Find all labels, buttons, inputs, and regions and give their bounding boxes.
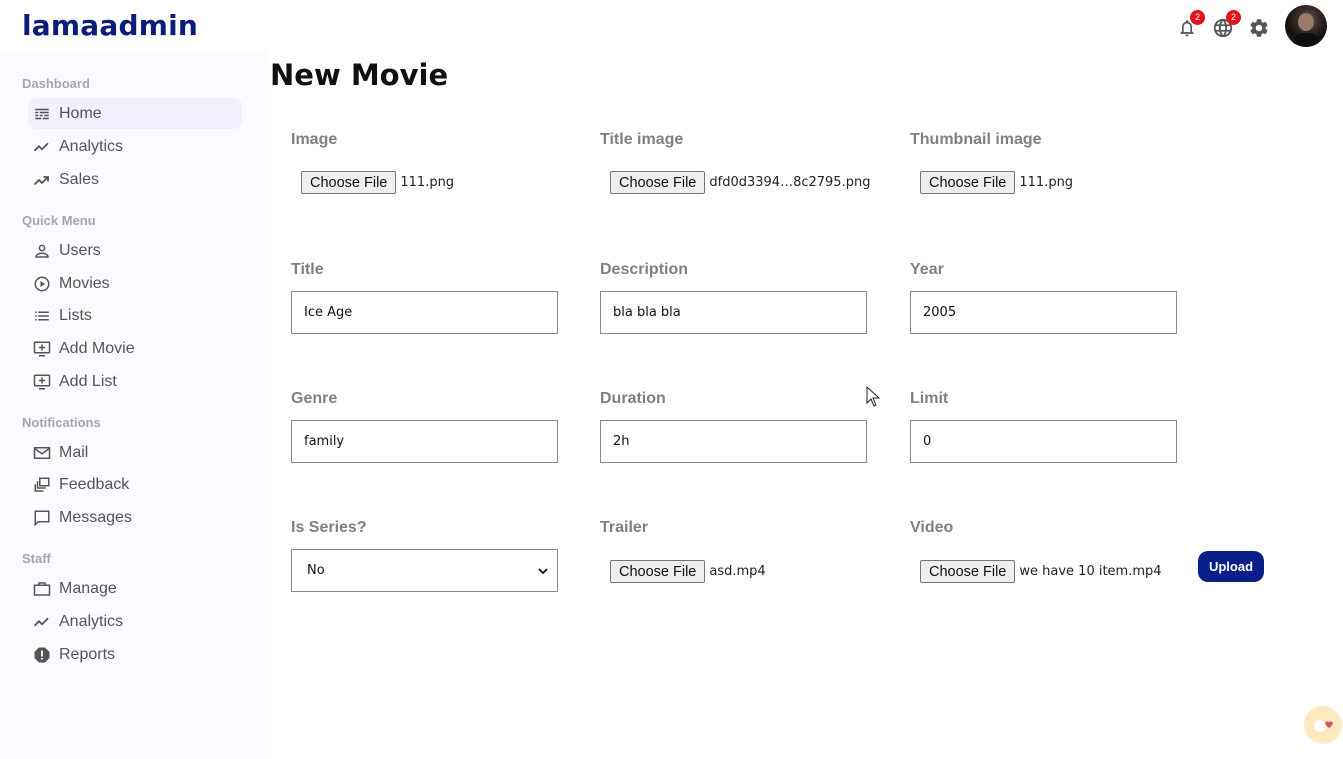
year-label: Year	[910, 261, 944, 278]
sidebar-item-add-list[interactable]: Add List	[28, 366, 242, 397]
notifications-button[interactable]: 2	[1175, 9, 1205, 40]
trailer-file-name: asd.mp4	[709, 564, 766, 579]
settings-button[interactable]	[1247, 16, 1271, 40]
mail-icon	[33, 444, 51, 462]
sidebar-item-mail[interactable]: Mail	[28, 437, 242, 468]
title-image-label: Title image	[600, 131, 684, 148]
page-title: New Movie	[270, 58, 449, 92]
limit-input[interactable]	[910, 420, 1177, 463]
chat-bubble-icon	[33, 509, 51, 527]
sidebar-item-home[interactable]: Home	[28, 98, 242, 129]
genre-input[interactable]	[291, 420, 558, 463]
sidebar-item-users[interactable]: Users	[28, 235, 242, 266]
duration-input[interactable]	[600, 420, 867, 463]
sidebar-item-label: Home	[59, 104, 102, 122]
sidebar-item-label: Lists	[59, 306, 92, 324]
sidebar-item-label: Messages	[59, 508, 132, 526]
description-input[interactable]	[600, 291, 867, 334]
timeline-icon	[33, 138, 51, 156]
is-series-select[interactable]: No	[291, 549, 558, 592]
thumbnail-image-file-name: 111.png	[1019, 175, 1074, 190]
image-file-name: 111.png	[400, 175, 455, 190]
hearts-icon	[1314, 720, 1333, 732]
add-to-queue-icon	[33, 340, 51, 358]
play-circle-icon	[33, 275, 51, 293]
image-file-input: Choose File 111.png	[301, 171, 454, 194]
video-choose-file-button[interactable]: Choose File	[920, 560, 1016, 583]
chevron-down-icon	[538, 567, 548, 574]
topbar-icons: 2 2	[1175, 5, 1327, 47]
floating-chat-widget[interactable]	[1304, 706, 1342, 744]
sidebar-section-notifications: Notifications	[22, 415, 101, 430]
title-image-file-name: dfd0d3394…8c2795.png	[709, 175, 871, 190]
home-icon	[33, 105, 51, 123]
user-icon	[33, 242, 51, 260]
report-icon	[33, 646, 51, 664]
sidebar-item-label: Reports	[59, 645, 116, 663]
limit-label: Limit	[910, 390, 949, 407]
timeline-icon	[33, 613, 51, 631]
is-series-label: Is Series?	[291, 519, 367, 536]
image-choose-file-button[interactable]: Choose File	[301, 171, 397, 194]
title-input[interactable]	[291, 291, 558, 334]
sidebar-item-label: Analytics	[59, 612, 124, 630]
sidebar-section-dashboard: Dashboard	[22, 76, 90, 91]
video-file-name: we have 10 item.mp4	[1019, 564, 1162, 579]
upload-button[interactable]: Upload	[1198, 551, 1264, 582]
sidebar-item-label: Add Movie	[59, 339, 135, 357]
sidebar-item-lists[interactable]: Lists	[28, 300, 242, 331]
notifications-badge: 2	[1190, 9, 1205, 25]
sidebar-item-label: Movies	[59, 274, 110, 292]
sidebar-item-label: Feedback	[59, 475, 130, 493]
trailer-choose-file-button[interactable]: Choose File	[610, 560, 706, 583]
sidebar-item-movies[interactable]: Movies	[28, 268, 242, 299]
add-to-queue-icon	[33, 373, 51, 391]
trailer-file-input: Choose File asd.mp4	[610, 560, 766, 583]
sidebar-section-staff: Staff	[22, 551, 51, 566]
thumbnail-image-file-input: Choose File 111.png	[920, 171, 1073, 194]
trailer-label: Trailer	[600, 519, 649, 536]
video-label: Video	[910, 519, 954, 536]
dynamic-feed-icon	[33, 476, 51, 494]
sidebar-item-add-movie[interactable]: Add Movie	[28, 333, 242, 364]
sidebar-item-feedback[interactable]: Feedback	[28, 469, 242, 500]
sidebar-item-label: Add List	[59, 372, 117, 390]
avatar[interactable]	[1285, 5, 1327, 47]
sidebar-item-label: Users	[59, 241, 101, 259]
sidebar-item-messages[interactable]: Messages	[28, 502, 242, 533]
list-icon	[33, 307, 51, 325]
sidebar-item-label: Manage	[59, 579, 117, 597]
sidebar-item-label: Analytics	[59, 137, 124, 155]
sidebar: Dashboard Home Analytics Sales Quick Men…	[0, 52, 268, 759]
topbar: lamaadmin 2 2	[0, 0, 1343, 52]
image-label: Image	[291, 131, 338, 148]
year-input[interactable]	[910, 291, 1177, 334]
sidebar-item-label: Mail	[59, 443, 89, 461]
trending-up-icon	[33, 171, 51, 189]
is-series-selected-value: No	[307, 563, 325, 578]
sidebar-item-label: Sales	[59, 170, 100, 188]
language-button[interactable]: 2	[1211, 9, 1241, 40]
video-file-input: Choose File we have 10 item.mp4	[920, 560, 1162, 583]
sidebar-item-analytics[interactable]: Analytics	[28, 131, 242, 162]
sidebar-item-manage[interactable]: Manage	[28, 573, 242, 604]
title-image-file-input: Choose File dfd0d3394…8c2795.png	[610, 171, 870, 194]
main-content: New Movie Image Choose File 111.png Titl…	[270, 52, 1343, 759]
thumbnail-image-label: Thumbnail image	[910, 131, 1042, 148]
description-label: Description	[600, 261, 689, 278]
sidebar-section-quick-menu: Quick Menu	[22, 213, 96, 228]
sidebar-item-sales[interactable]: Sales	[28, 164, 242, 195]
thumbnail-image-choose-file-button[interactable]: Choose File	[920, 171, 1016, 194]
gear-icon	[1250, 18, 1268, 37]
language-badge: 2	[1226, 9, 1241, 25]
sidebar-item-reports[interactable]: Reports	[28, 639, 242, 670]
title-image-choose-file-button[interactable]: Choose File	[610, 171, 706, 194]
duration-label: Duration	[600, 390, 666, 407]
sidebar-item-staff-analytics[interactable]: Analytics	[28, 606, 242, 637]
mouse-cursor-icon	[866, 386, 880, 407]
app-logo[interactable]: lamaadmin	[22, 9, 198, 42]
genre-label: Genre	[291, 390, 338, 407]
title-label: Title	[291, 261, 324, 278]
work-icon	[33, 580, 51, 598]
